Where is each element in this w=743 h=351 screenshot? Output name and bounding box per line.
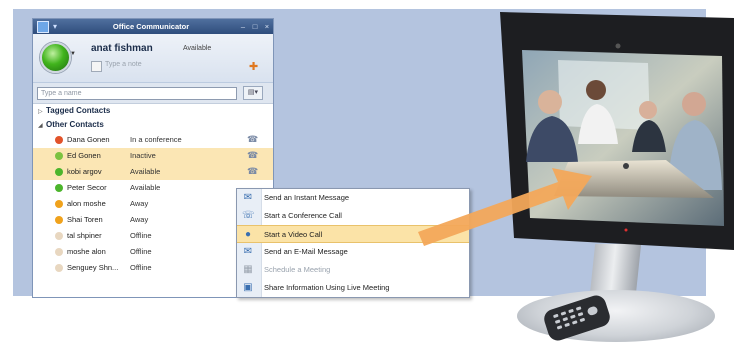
presence-dot-icon xyxy=(55,216,63,224)
call-icon[interactable]: ☎ xyxy=(247,134,258,145)
user-header: ▼ anat fishman Available Type a note ✚ xyxy=(33,34,273,83)
power-indicator xyxy=(624,228,628,232)
calendar-icon: ▦ xyxy=(243,264,253,275)
presence-dot-icon xyxy=(55,248,63,256)
presence-dot-icon xyxy=(55,264,63,272)
menu-item[interactable]: ✉ Send an Instant Message xyxy=(237,189,469,207)
contact-status: Offline xyxy=(130,263,152,272)
contact-row[interactable]: kobi argov Available ☎ xyxy=(33,164,273,180)
menu-dropdown-icon[interactable]: ▾ xyxy=(53,22,57,31)
menu-item-label: Share Information Using Live Meeting xyxy=(264,283,390,292)
communicator-app-icon xyxy=(37,20,49,33)
menu-item[interactable]: ● Start a Video Call xyxy=(237,225,469,243)
live-meeting-icon: ▣ xyxy=(243,282,253,293)
close-button[interactable]: × xyxy=(261,22,273,31)
phone-icon: ☏ xyxy=(242,210,255,221)
video-conference-monitor xyxy=(500,12,734,250)
user-status[interactable]: Available xyxy=(183,45,211,52)
call-icon[interactable]: ☎ xyxy=(247,150,258,161)
contact-name: tal shpiner xyxy=(67,231,102,240)
window-title: Office Communicator xyxy=(112,22,190,31)
contact-name: moshe alon xyxy=(67,247,106,256)
contact-name: Peter Secor xyxy=(67,183,107,192)
menu-item-label: Schedule a Meeting xyxy=(264,265,331,274)
contact-row[interactable]: Dana Gonen In a conference ☎ xyxy=(33,132,273,148)
presence-dot-icon xyxy=(55,232,63,240)
presence-dot-icon xyxy=(55,152,63,160)
contact-status: In a conference xyxy=(130,135,182,144)
webcam-icon: ● xyxy=(244,229,252,240)
presence-dot-icon xyxy=(55,168,63,176)
contact-name: Ed Gonen xyxy=(67,151,101,160)
contact-name: Shai Toren xyxy=(67,215,103,224)
contact-row[interactable]: Ed Gonen Inactive ☎ xyxy=(33,148,273,164)
menu-items: ✉ Send an Instant Message ☏ Start a Confere… xyxy=(237,189,469,297)
user-name[interactable]: anat fishman xyxy=(91,43,153,54)
contact-name: Senguey Shn... xyxy=(67,263,119,272)
call-icon[interactable]: ☎ xyxy=(247,166,258,177)
group-tagged-contacts[interactable]: ▷ Tagged Contacts xyxy=(33,104,273,118)
menu-item-label: Start a Conference Call xyxy=(264,211,342,220)
collapse-icon[interactable]: ◢ xyxy=(38,119,46,133)
menu-item-label: Send an Instant Message xyxy=(264,193,350,202)
title-bar: ▾ Office Communicator – □ × xyxy=(33,19,273,34)
contact-status: Offline xyxy=(130,247,152,256)
camera-icon xyxy=(615,43,621,49)
menu-item-label: Send an E-Mail Message xyxy=(264,247,348,256)
expand-icon[interactable]: ▷ xyxy=(38,105,46,119)
presence-status-icon[interactable] xyxy=(40,42,71,73)
menu-item[interactable]: ✉ Send an E-Mail Message xyxy=(237,243,469,261)
contact-status: Away xyxy=(130,199,149,208)
minimize-button[interactable]: – xyxy=(237,22,249,31)
contact-name: Dana Gonen xyxy=(67,135,110,144)
contact-status: Away xyxy=(130,215,149,224)
search-row: Type a name ▤▾ xyxy=(33,83,273,104)
note-icon xyxy=(91,61,102,72)
email-icon: ✉ xyxy=(243,246,253,257)
contact-name: kobi argov xyxy=(67,167,102,176)
chat-icon: ✉ xyxy=(243,192,253,203)
contact-context-menu: ✉ Send an Instant Message ☏ Start a Confere… xyxy=(236,188,470,298)
presence-dot-icon xyxy=(55,184,63,192)
contact-name: alon moshe xyxy=(67,199,106,208)
menu-item[interactable]: ▣ Share Information Using Live Meeting xyxy=(237,279,469,297)
presence-dot-icon xyxy=(55,136,63,144)
menu-item[interactable]: ☏ Start a Conference Call xyxy=(237,207,469,225)
menu-item-label: Start a Video Call xyxy=(264,230,323,239)
group-label-other: Other Contacts xyxy=(46,120,104,129)
personal-note[interactable]: Type a note xyxy=(105,61,142,68)
presence-dot-icon xyxy=(55,200,63,208)
contact-status: Inactive xyxy=(130,151,156,160)
group-label-tagged: Tagged Contacts xyxy=(46,106,111,115)
search-options-button[interactable]: ▤▾ xyxy=(243,86,263,100)
contact-status: Available xyxy=(130,183,161,192)
add-contact-icon[interactable]: ✚ xyxy=(249,61,261,73)
contact-status: Offline xyxy=(130,231,152,240)
maximize-button[interactable]: □ xyxy=(249,22,261,31)
search-input[interactable]: Type a name xyxy=(37,86,237,100)
group-other-contacts[interactable]: ◢ Other Contacts xyxy=(33,118,273,132)
menu-item[interactable]: ▦ Schedule a Meeting xyxy=(237,261,469,279)
presence-dropdown-icon[interactable]: ▼ xyxy=(70,51,76,57)
contact-status: Available xyxy=(130,167,161,176)
